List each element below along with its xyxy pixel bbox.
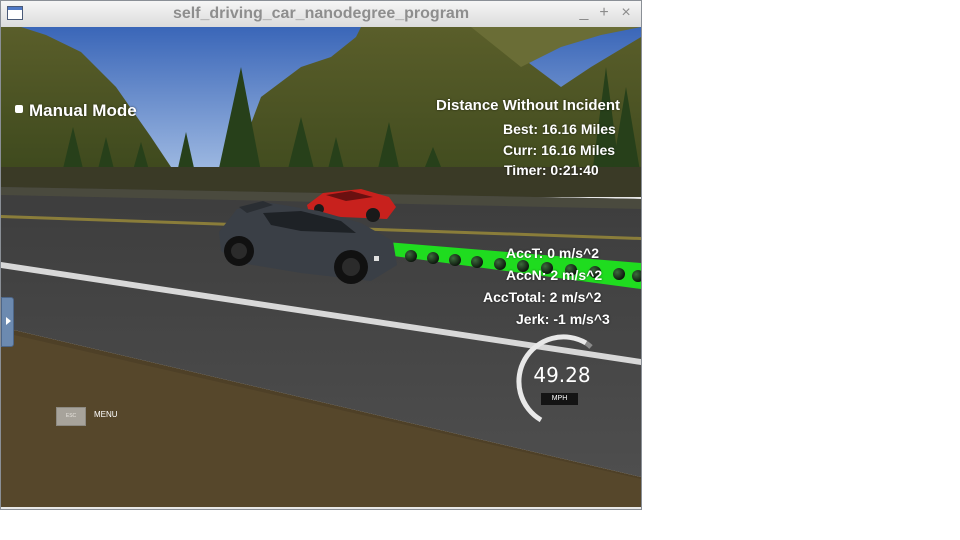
title-bar[interactable]: self_driving_car_nanodegree_program _ + …	[1, 1, 641, 28]
window-title: self_driving_car_nanodegree_program	[172, 5, 470, 22]
speedometer-arc-remaining	[584, 340, 593, 349]
manual-mode-indicator[interactable]	[15, 105, 23, 113]
current-distance: Curr: 16.16 Miles	[503, 142, 616, 158]
timer: Timer: 0:21:40	[504, 162, 599, 178]
best-distance: Best: 16.16 Miles	[503, 121, 616, 137]
acc-total: AccTotal: 2 m/s^2	[483, 289, 602, 305]
manual-mode-label[interactable]: Manual Mode	[29, 101, 137, 121]
minimize-button[interactable]: _	[575, 3, 593, 23]
side-panel-handle[interactable]	[1, 297, 14, 347]
speed-unit: MPH	[541, 393, 578, 405]
jerk: Jerk: -1 m/s^3	[516, 311, 610, 327]
acc-normal: AccN: 2 m/s^2	[506, 267, 603, 283]
close-button[interactable]: ×	[617, 3, 635, 23]
speed-value: 49.28	[533, 363, 591, 387]
distance-heading: Distance Without Incident	[436, 97, 621, 114]
chevron-right-icon	[6, 317, 11, 325]
menu-label: MENU	[94, 410, 118, 419]
game-viewport[interactable]: Manual Mode Distance Without Incident Be…	[1, 27, 641, 507]
maximize-button[interactable]: +	[595, 3, 613, 23]
esc-button[interactable]: ESC	[56, 407, 86, 426]
acc-tangential: AccT: 0 m/s^2	[506, 245, 599, 261]
simulator-window: self_driving_car_nanodegree_program _ + …	[0, 0, 642, 510]
